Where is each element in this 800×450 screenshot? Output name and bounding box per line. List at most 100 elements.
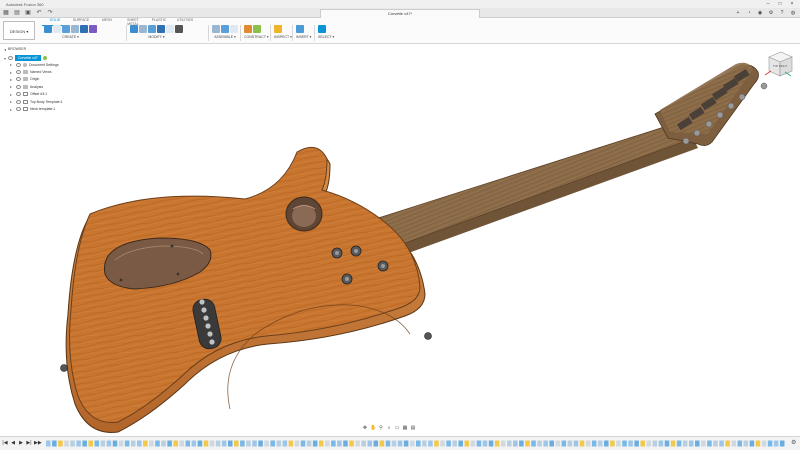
timeline-feature-icon[interactable]: [725, 440, 730, 447]
timeline-feature-icon[interactable]: [258, 440, 263, 447]
timeline-feature-icon[interactable]: [385, 440, 391, 447]
timeline-feature-icon[interactable]: [343, 440, 348, 447]
timeline-feature-icon[interactable]: [203, 440, 209, 447]
timeline-feature-icon[interactable]: [610, 440, 615, 447]
timeline-feature-icon[interactable]: [149, 440, 154, 447]
select-tool-icon[interactable]: [318, 25, 326, 33]
timeline-feature-icon[interactable]: [252, 440, 257, 447]
timeline-feature-icon[interactable]: [124, 440, 130, 447]
expand-triangle-icon[interactable]: ▸: [10, 99, 14, 104]
settings-icon[interactable]: ⚙: [767, 9, 775, 17]
timeline-feature-icon[interactable]: [440, 440, 445, 447]
construct-menu-button[interactable]: CONSTRUCT ▾: [244, 35, 269, 39]
timeline-feature-icon[interactable]: [373, 440, 379, 447]
orbit-icon[interactable]: ✥: [362, 425, 368, 431]
timeline-feature-icon[interactable]: [76, 440, 81, 447]
timeline-feature-icon[interactable]: [525, 440, 530, 447]
timeline-feature-icon[interactable]: [519, 440, 524, 447]
timeline-feature-icon[interactable]: [688, 440, 694, 447]
timeline-feature-icon[interactable]: [155, 440, 160, 447]
timeline-feature-icon[interactable]: [731, 440, 736, 447]
timeline-feature-icon[interactable]: [695, 440, 700, 447]
timeline-feature-icon[interactable]: [561, 440, 567, 447]
timeline-feature-icon[interactable]: [209, 440, 215, 447]
collapse-icon[interactable]: ◂: [4, 47, 6, 52]
timeline-feature-icon[interactable]: [167, 440, 172, 447]
timeline-feature-icon[interactable]: [294, 440, 300, 447]
step-back-icon[interactable]: ◀: [10, 440, 16, 446]
timeline-feature-icon[interactable]: [761, 440, 767, 447]
zoom-icon[interactable]: ⚲: [378, 425, 384, 431]
timeline-feature-icon[interactable]: [58, 440, 63, 447]
timeline-feature-icon[interactable]: [585, 440, 591, 447]
tab-mesh[interactable]: MESH: [94, 18, 120, 26]
timeline-feature-icon[interactable]: [652, 440, 658, 447]
timeline-feature-icon[interactable]: [567, 440, 573, 447]
timeline-feature-icon[interactable]: [234, 440, 239, 447]
go-to-end-icon[interactable]: ▶▶: [34, 440, 42, 446]
timeline-feature-icon[interactable]: [227, 440, 233, 447]
timeline-feature-icon[interactable]: [185, 440, 191, 447]
eye-icon[interactable]: [16, 107, 21, 112]
timeline-feature-icon[interactable]: [240, 440, 245, 447]
timeline-feature-icon[interactable]: [416, 440, 421, 447]
timeline-feature-icon[interactable]: [452, 440, 457, 447]
timeline-feature-icon[interactable]: [215, 440, 221, 447]
timeline-feature-icon[interactable]: [361, 440, 366, 447]
browser-item[interactable]: ▸ Document Settings: [4, 61, 76, 68]
browser-item[interactable]: ▸ Neck template:1: [4, 105, 76, 112]
timeline-feature-icon[interactable]: [264, 440, 269, 447]
assemble-tool-icon[interactable]: [221, 25, 229, 33]
timeline-feature-icon[interactable]: [670, 440, 676, 447]
timeline-feature-icon[interactable]: [306, 440, 312, 447]
timeline-feature-icon[interactable]: [676, 440, 682, 447]
timeline-feature-icon[interactable]: [779, 440, 785, 447]
timeline-feature-icon[interactable]: [458, 440, 464, 447]
timeline-feature-icon[interactable]: [506, 440, 512, 447]
modify-tool-icon[interactable]: [130, 25, 138, 33]
pan-icon[interactable]: ✋: [370, 425, 376, 431]
timeline-feature-icon[interactable]: [349, 440, 354, 447]
browser-item[interactable]: ▸ Offset #3:1: [4, 91, 76, 98]
expand-triangle-icon[interactable]: ▸: [10, 70, 14, 75]
inspect-menu-button[interactable]: INSPECT ▾: [274, 35, 292, 39]
create-tool-icon[interactable]: [71, 25, 79, 33]
timeline-feature-icon[interactable]: [106, 440, 112, 447]
timeline-feature-icon[interactable]: [573, 440, 579, 447]
timeline-feature-icon[interactable]: [94, 440, 100, 447]
timeline-feature-icon[interactable]: [658, 440, 664, 447]
close-button[interactable]: ×: [786, 0, 798, 8]
assemble-menu-button[interactable]: ASSEMBLE ▾: [212, 35, 238, 39]
timeline-feature-icon[interactable]: [397, 440, 403, 447]
minimize-button[interactable]: –: [762, 0, 774, 8]
step-forward-icon[interactable]: ▶|: [26, 440, 32, 446]
root-component-label[interactable]: Corvette v47: [15, 55, 41, 61]
timeline-feature-icon[interactable]: [755, 440, 761, 447]
go-to-start-icon[interactable]: |◀: [2, 440, 8, 446]
timeline-feature-icon[interactable]: [312, 440, 318, 447]
timeline-feature-icon[interactable]: [100, 440, 106, 447]
timeline-feature-icon[interactable]: [70, 440, 75, 447]
user-avatar[interactable]: ◍: [789, 9, 797, 17]
eye-icon[interactable]: [16, 77, 21, 82]
create-tool-icon[interactable]: [62, 25, 70, 33]
expand-triangle-icon[interactable]: ▾: [4, 56, 6, 61]
timeline-feature-icon[interactable]: [743, 440, 749, 447]
timeline-feature-icon[interactable]: [88, 440, 94, 447]
timeline-feature-icon[interactable]: [46, 440, 51, 447]
timeline-feature-icon[interactable]: [682, 440, 688, 447]
fit-icon[interactable]: ⌕: [386, 425, 392, 431]
eye-icon[interactable]: [16, 84, 21, 89]
timeline-feature-icon[interactable]: [221, 440, 227, 447]
save-icon[interactable]: ▣: [24, 9, 32, 17]
timeline-feature-icon[interactable]: [773, 440, 779, 447]
modify-tool-icon[interactable]: [166, 25, 174, 33]
construct-tool-icon[interactable]: [244, 25, 252, 33]
timeline-feature-icon[interactable]: [579, 440, 585, 447]
timeline-feature-icon[interactable]: [337, 440, 342, 447]
timeline-feature-icon[interactable]: [719, 440, 724, 447]
modify-tool-icon[interactable]: [148, 25, 156, 33]
expand-triangle-icon[interactable]: ▸: [10, 84, 14, 89]
timeline-feature-icon[interactable]: [331, 440, 336, 447]
timeline-feature-icon[interactable]: [749, 440, 755, 447]
